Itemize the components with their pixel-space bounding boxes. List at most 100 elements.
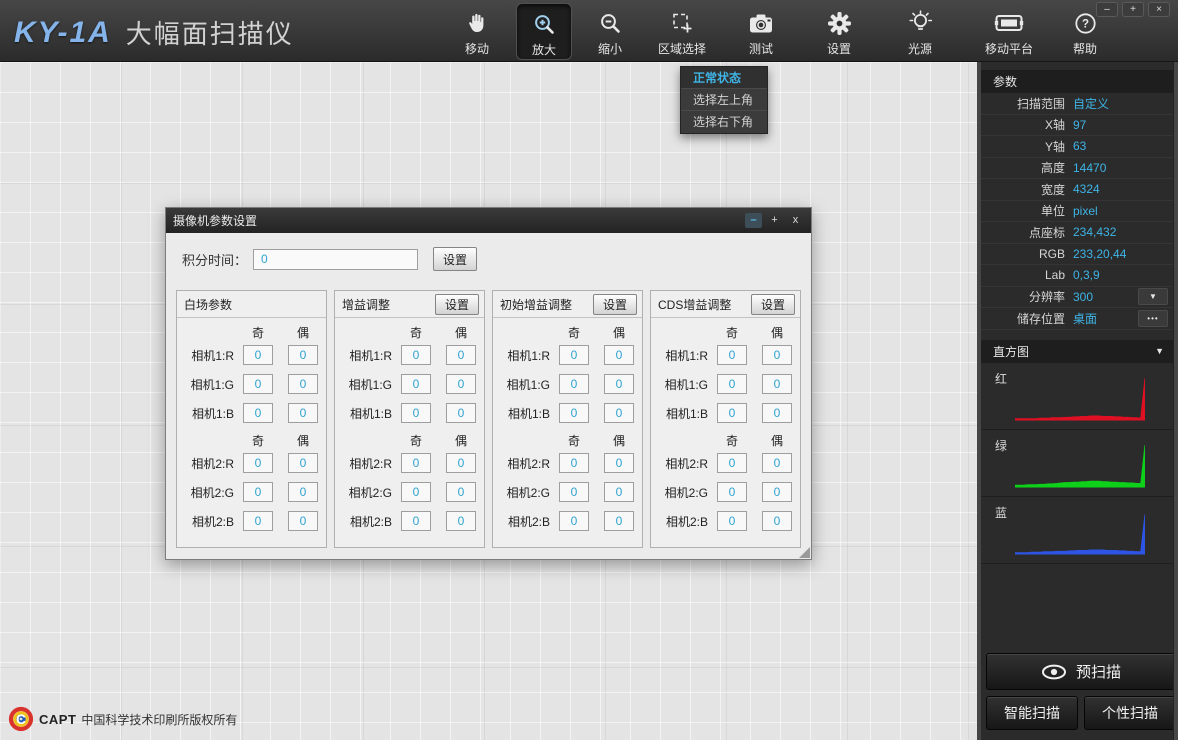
sidebar-scrollbar[interactable] (1173, 62, 1178, 740)
tool-moving-platform[interactable]: 移动平台 (968, 3, 1050, 60)
blue-histogram-chart (1015, 513, 1145, 554)
gain-value-input-even[interactable]: 0 (288, 482, 318, 502)
gain-value-input-even[interactable]: 0 (446, 374, 476, 394)
tool-zoom-out[interactable]: 缩小 (582, 3, 638, 60)
histogram-header[interactable]: 直方图 ▼ (981, 339, 1178, 363)
panel-set-button[interactable]: 设置 (750, 293, 795, 315)
param-row-height: 高度 14470 (981, 158, 1178, 179)
gain-value-input-odd[interactable]: 0 (559, 453, 589, 473)
gain-value-input-odd[interactable]: 0 (243, 453, 273, 473)
gain-value-input-odd[interactable]: 0 (559, 403, 589, 423)
gain-value-input-odd[interactable]: 0 (401, 511, 431, 531)
gain-value-input-even[interactable]: 0 (446, 345, 476, 365)
gain-value-input-odd[interactable]: 0 (243, 511, 273, 531)
channel-label: 相机2:B (349, 514, 392, 529)
gain-row: 相机1:R 0 0 (500, 345, 635, 365)
integration-time-input[interactable]: 0 (253, 248, 419, 270)
gain-value-input-odd[interactable]: 0 (717, 345, 747, 365)
gain-row: 相机2:G 0 0 (342, 482, 477, 502)
dialog-panel-1: 白场参数奇偶相机1:R 0 0 相机1:G 0 0 相机1:B 0 0 奇偶相机2:R 0 0 相机2:… (176, 290, 327, 548)
panel-set-button[interactable]: 设置 (434, 293, 479, 315)
gain-value-input-even[interactable]: 0 (288, 453, 318, 473)
gain-value-input-even[interactable]: 0 (446, 511, 476, 531)
tool-settings[interactable]: 设置 (806, 3, 872, 60)
gain-value-input-odd[interactable]: 0 (717, 374, 747, 394)
integration-set-button[interactable]: 设置 (433, 247, 478, 271)
gain-value-input-odd[interactable]: 0 (559, 511, 589, 531)
param-row-scan-range[interactable]: 扫描范围 自定义 (981, 93, 1178, 115)
gain-value-input-even[interactable]: 0 (446, 482, 476, 502)
gain-value-input-even[interactable]: 0 (762, 453, 792, 473)
tool-zoom-in[interactable]: 放大 (516, 3, 572, 60)
histogram-red: 红 (981, 363, 1178, 430)
gain-value-input-even[interactable]: 0 (762, 345, 792, 365)
tool-area-select[interactable]: 区域选择 (648, 3, 716, 60)
gain-value-input-even[interactable]: 0 (604, 345, 634, 365)
smart-scan-button[interactable]: 智能扫描 (986, 696, 1078, 730)
menu-item-normal-state[interactable]: 正常状态 (681, 67, 767, 89)
gain-value-input-even[interactable]: 0 (604, 453, 634, 473)
gain-value-input-odd[interactable]: 0 (243, 374, 273, 394)
zoom-in-icon (532, 8, 557, 40)
gain-row: 相机1:R 0 0 (342, 345, 477, 365)
gain-value-input-odd[interactable]: 0 (559, 374, 589, 394)
gain-value-input-odd[interactable]: 0 (717, 453, 747, 473)
gain-row: 相机1:G 0 0 (342, 374, 477, 394)
gain-value-input-even[interactable]: 0 (762, 403, 792, 423)
dialog-close-button[interactable]: x (787, 213, 804, 228)
gain-value-input-odd[interactable]: 0 (717, 511, 747, 531)
gain-value-input-even[interactable]: 0 (288, 345, 318, 365)
gain-value-input-even[interactable]: 0 (446, 403, 476, 423)
channel-label: 相机2:G (506, 485, 550, 500)
gain-value-input-odd[interactable]: 0 (243, 482, 273, 502)
gain-value-input-even[interactable]: 0 (604, 511, 634, 531)
gain-value-input-odd[interactable]: 0 (243, 345, 273, 365)
window-maximize-button[interactable]: + (1122, 2, 1144, 17)
gain-value-input-even[interactable]: 0 (604, 482, 634, 502)
gain-value-input-odd[interactable]: 0 (559, 345, 589, 365)
gain-value-input-even[interactable]: 0 (288, 403, 318, 423)
tool-label: 帮助 (1072, 42, 1097, 56)
menu-item-select-top-left[interactable]: 选择左上角 (681, 89, 767, 111)
params-rows: 扫描范围 自定义 X轴 97 Y轴 63 高度 14470 宽度 4324 单位… (981, 93, 1178, 330)
gain-value-input-even[interactable]: 0 (288, 511, 318, 531)
panel-set-button[interactable]: 设置 (592, 293, 637, 315)
gain-value-input-even[interactable]: 0 (446, 453, 476, 473)
gain-value-input-even[interactable]: 0 (604, 403, 634, 423)
dialog-title-bar[interactable]: 摄像机参数设置 – + x (166, 208, 811, 233)
gain-value-input-even[interactable]: 0 (762, 482, 792, 502)
gain-value-input-odd[interactable]: 0 (717, 403, 747, 423)
channel-label: 相机2:B (507, 514, 550, 529)
tool-light-source[interactable]: 光源 (882, 3, 958, 60)
gain-value-input-odd[interactable]: 0 (717, 482, 747, 502)
param-row-lab: Lab 0,3,9 (981, 265, 1178, 287)
gain-value-input-even[interactable]: 0 (288, 374, 318, 394)
dialog-resize-grip[interactable] (799, 547, 810, 558)
channel-label: 相机1:G (348, 377, 392, 392)
storage-browse-button[interactable]: ••• (1138, 309, 1168, 327)
gain-value-input-odd[interactable]: 0 (559, 482, 589, 502)
resolution-dropdown-button[interactable]: ▼ (1138, 288, 1168, 306)
gain-value-input-even[interactable]: 0 (762, 374, 792, 394)
gain-value-input-odd[interactable]: 0 (243, 403, 273, 423)
window-close-button[interactable]: × (1148, 2, 1170, 17)
custom-scan-button[interactable]: 个性扫描 (1084, 696, 1176, 730)
prescan-button[interactable]: 预扫描 (986, 653, 1176, 690)
menu-item-select-bottom-right[interactable]: 选择右下角 (681, 111, 767, 133)
toolbar-items: 移动 放大 缩小 区域选择 测试 设置 光源 移动平台 ? 帮助 (448, 3, 1110, 60)
gain-value-input-odd[interactable]: 0 (401, 453, 431, 473)
param-row-storage: 储存位置 桌面 ••• (981, 308, 1178, 330)
gain-row: 相机2:G 0 0 (658, 482, 793, 502)
ellipsis-icon: ••• (1147, 313, 1159, 323)
gain-value-input-odd[interactable]: 0 (401, 403, 431, 423)
tool-test[interactable]: 测试 (726, 3, 796, 60)
window-minimize-button[interactable]: – (1096, 2, 1118, 17)
gain-value-input-even[interactable]: 0 (762, 511, 792, 531)
gain-value-input-odd[interactable]: 0 (401, 374, 431, 394)
dialog-maximize-button[interactable]: + (766, 213, 783, 228)
gain-value-input-odd[interactable]: 0 (401, 482, 431, 502)
dialog-minimize-button[interactable]: – (745, 213, 762, 228)
gain-value-input-odd[interactable]: 0 (401, 345, 431, 365)
tool-move[interactable]: 移动 (448, 3, 506, 60)
gain-value-input-even[interactable]: 0 (604, 374, 634, 394)
